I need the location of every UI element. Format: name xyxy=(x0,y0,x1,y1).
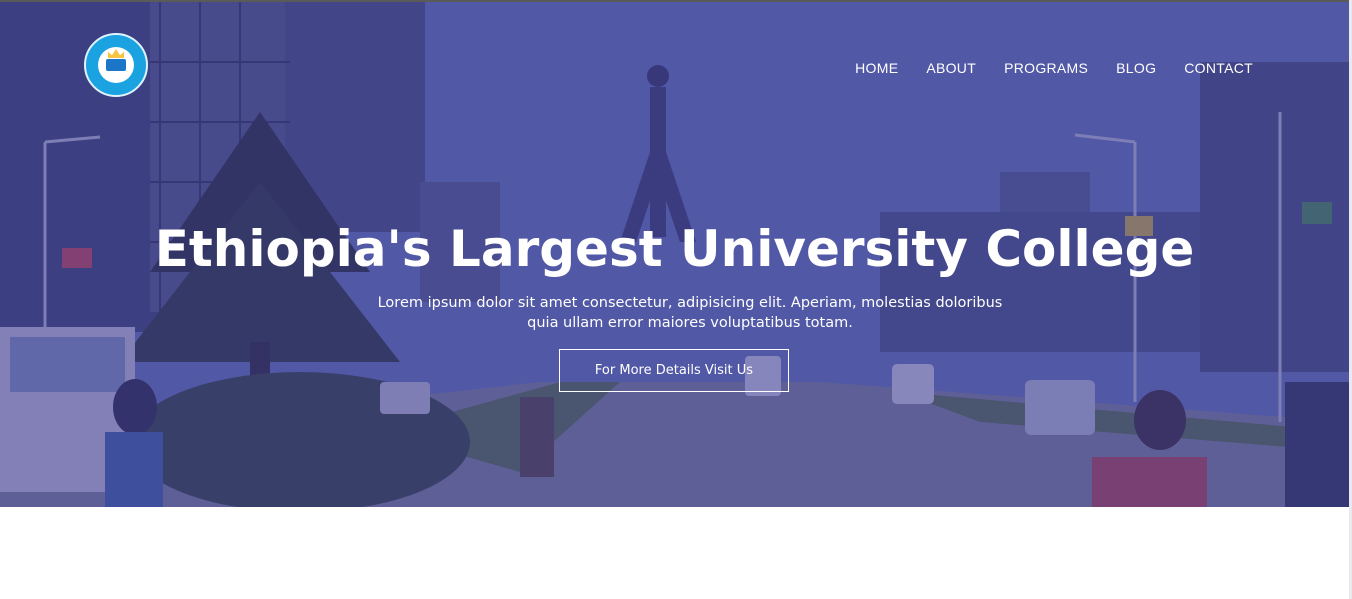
hero-section: HOME ABOUT PROGRAMS BLOG CONTACT Ethiopi… xyxy=(0,2,1349,507)
nav-item-blog[interactable]: BLOG xyxy=(1116,60,1156,76)
visit-us-button[interactable]: For More Details Visit Us xyxy=(559,349,789,392)
hero-subtitle: Lorem ipsum dolor sit amet consectetur, … xyxy=(360,293,1020,333)
nav-item-home[interactable]: HOME xyxy=(855,60,898,76)
hero-subtitle-line-2: quia ullam error maiores voluptatibus to… xyxy=(527,315,853,331)
hero-title: Ethiopia's Largest University College xyxy=(154,220,1195,278)
logo-book-icon xyxy=(106,59,126,71)
nav-item-contact[interactable]: CONTACT xyxy=(1184,60,1253,76)
hero-subtitle-line-1: Lorem ipsum dolor sit amet consectetur, … xyxy=(377,295,1003,311)
nav-item-programs[interactable]: PROGRAMS xyxy=(1004,60,1088,76)
university-logo-icon[interactable] xyxy=(84,33,148,97)
main-nav: HOME ABOUT PROGRAMS BLOG CONTACT xyxy=(855,60,1253,76)
nav-item-about[interactable]: ABOUT xyxy=(926,60,976,76)
